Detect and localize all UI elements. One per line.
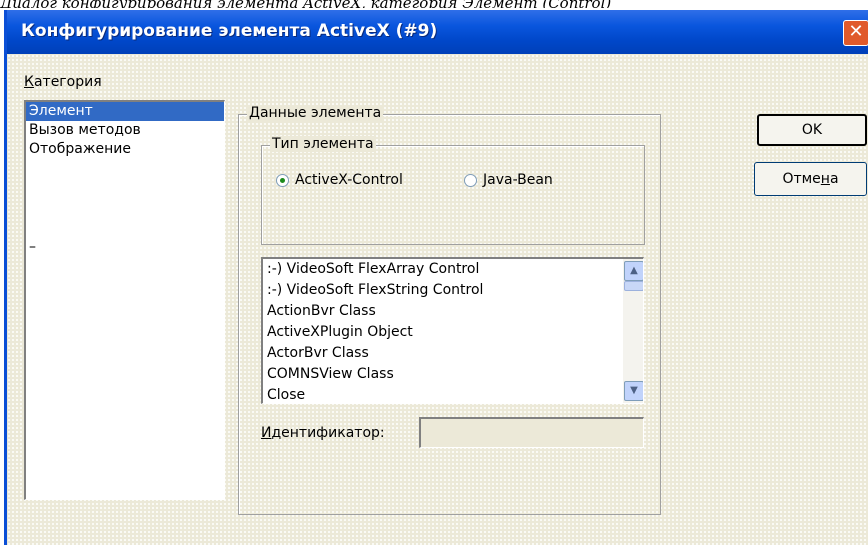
- identifier-label: Идентификатор:: [261, 425, 385, 441]
- dialog-body: Категория Элемент Вызов методов Отображе…: [7, 54, 868, 545]
- cancel-label-post: а: [829, 171, 839, 187]
- element-type-group: Тип элемента ActiveX-Control Java-Bean: [261, 136, 645, 245]
- dialog-window: Конфигурирование элемента ActiveX (#9) ✕…: [4, 10, 868, 545]
- radio-java-bean[interactable]: Java-Bean: [464, 172, 553, 188]
- category-item-method-calls[interactable]: Вызов методов: [26, 121, 224, 140]
- element-type-title: Тип элемента: [270, 136, 376, 152]
- ok-button[interactable]: OK: [757, 114, 867, 146]
- window-title: Конфигурирование элемента ActiveX (#9): [21, 21, 438, 41]
- close-icon[interactable]: ✕: [843, 20, 868, 46]
- category-label-accel: К: [24, 74, 34, 90]
- radio-activex-control[interactable]: ActiveX-Control: [276, 172, 403, 188]
- radio-activex-label: ActiveX-Control: [295, 172, 403, 188]
- radio-checked-icon: [276, 173, 289, 187]
- category-list[interactable]: Элемент Вызов методов Отображение –: [24, 100, 225, 500]
- list-item[interactable]: ActiveXPlugin Object: [263, 322, 643, 343]
- list-item[interactable]: Close: [263, 385, 643, 403]
- control-listbox[interactable]: :-) VideoSoft FlexArray Control :-) Vide…: [261, 257, 644, 404]
- document-caption: Диалог конфигурирования элемента ActiveX…: [0, 0, 868, 8]
- title-bar[interactable]: Конфигурирование элемента ActiveX (#9) ✕: [7, 10, 868, 54]
- cancel-label-pre: Отме: [782, 171, 821, 187]
- category-label-rest: атегория: [33, 74, 102, 90]
- category-item-element[interactable]: Элемент: [26, 102, 224, 121]
- scroll-up-icon[interactable]: ▲: [624, 261, 643, 281]
- list-item[interactable]: COMNSView Class: [263, 364, 643, 385]
- element-data-group: Данные элемента Тип элемента ActiveX-Con…: [238, 105, 661, 515]
- cancel-label-accel: н: [820, 171, 830, 187]
- vertical-scrollbar[interactable]: ▲ ▼: [623, 259, 643, 403]
- radio-unchecked-icon: [464, 173, 477, 187]
- category-label: Категория: [24, 74, 102, 90]
- radio-java-bean-label: Java-Bean: [483, 172, 553, 188]
- list-item[interactable]: :-) VideoSoft FlexArray Control: [263, 259, 643, 280]
- cancel-button[interactable]: Отмена: [754, 162, 867, 196]
- list-item[interactable]: ActorBvr Class: [263, 343, 643, 364]
- identifier-field[interactable]: [419, 417, 644, 448]
- scroll-thumb[interactable]: [624, 281, 643, 291]
- element-data-title: Данные элемента: [247, 105, 384, 121]
- identifier-label-accel: И: [261, 425, 272, 441]
- list-item[interactable]: :-) VideoSoft FlexString Control: [263, 280, 643, 301]
- list-item[interactable]: ActionBvr Class: [263, 301, 643, 322]
- category-item-display[interactable]: Отображение: [26, 140, 224, 159]
- identifier-label-rest: дентификатор:: [271, 425, 385, 441]
- scroll-down-icon[interactable]: ▼: [624, 381, 643, 401]
- category-list-mark: –: [29, 239, 36, 255]
- control-list-items: :-) VideoSoft FlexArray Control :-) Vide…: [263, 259, 643, 403]
